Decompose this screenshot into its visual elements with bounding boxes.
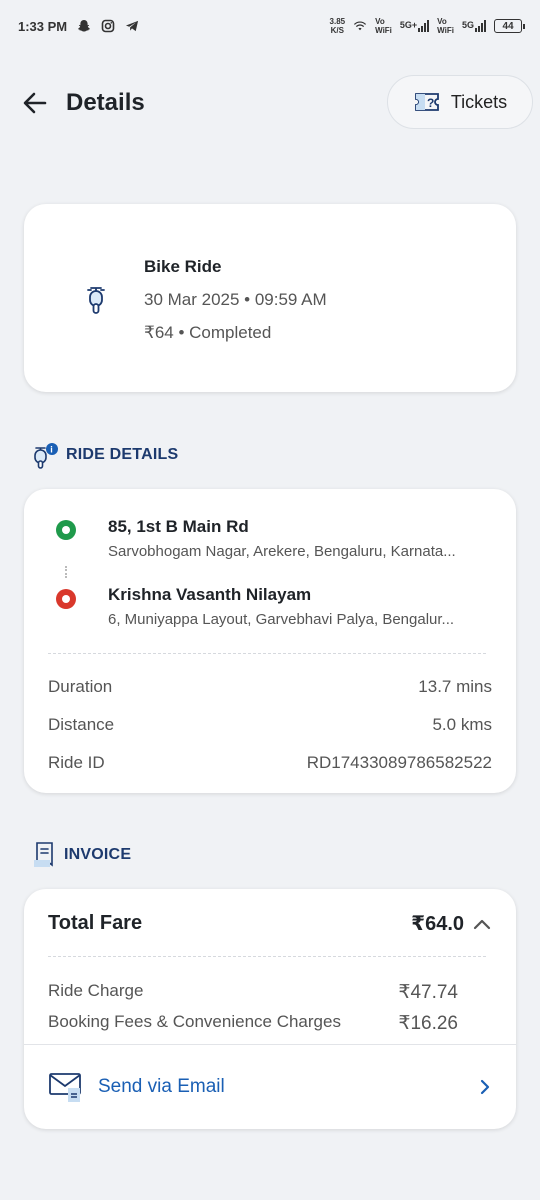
ride-id-value[interactable]: RD17433089786582522 (307, 753, 492, 773)
network-speed: 3.85 K/S (329, 17, 346, 35)
status-time: 1:33 PM (18, 18, 68, 34)
ride-id-label: Ride ID (48, 753, 105, 772)
drop-dot-icon (56, 589, 76, 609)
back-button[interactable] (20, 88, 50, 118)
ride-details-heading: i RIDE DETAILS (32, 440, 178, 470)
drop-title: Krishna Vasanth Nilayam (108, 585, 312, 604)
distance-value: 5.0 kms (432, 715, 492, 734)
pickup-address: Sarvobhogam Nagar, Arekere, Bengaluru, K… (108, 543, 456, 560)
tickets-button[interactable]: ? Tickets (387, 75, 533, 129)
ticket-help-icon: ? (414, 93, 439, 111)
duration-label: Duration (48, 677, 113, 696)
vo-wifi-1: Vo WiFi (375, 17, 392, 35)
ride-charge-label: Ride Charge (48, 981, 144, 1000)
email-icon (49, 1073, 81, 1102)
scooter-icon (87, 287, 105, 314)
send-via-email-label: Send via Email (98, 1076, 225, 1097)
ride-id-row[interactable]: Ride ID RD17433089786582522 (48, 753, 492, 773)
instagram-icon (101, 19, 115, 33)
ride-summary-card[interactable]: Bike Ride 30 Mar 2025 • 09:59 AM ₹64 • C… (24, 204, 516, 392)
dashed-divider (48, 653, 486, 654)
arrow-left-icon (23, 92, 47, 114)
battery-indicator: 44 (494, 19, 525, 33)
booking-fees-row: Booking Fees & Convenience Charges ₹16.2… (48, 1012, 458, 1035)
dashed-divider (48, 956, 486, 957)
signal-2: 5G (462, 20, 486, 32)
snapchat-icon (77, 19, 91, 33)
total-fare-row[interactable]: Total Fare ₹64.0 (48, 911, 492, 936)
pickup-dot-icon (56, 520, 76, 540)
ride-type: Bike Ride (144, 257, 222, 276)
vo-wifi-2: Vo WiFi (437, 17, 454, 35)
booking-fees-label: Booking Fees & Convenience Charges (48, 1012, 341, 1031)
chevron-right-icon (480, 1079, 490, 1095)
duration-value: 13.7 mins (418, 677, 492, 696)
status-bar: 1:33 PM 3.85 K/S Vo WiFi 5G+ Vo WiFi 5G … (0, 0, 540, 52)
svg-text:?: ? (427, 96, 434, 110)
distance-label: Distance (48, 715, 115, 734)
signal-bars-icon (418, 20, 430, 32)
chevron-up-icon[interactable] (472, 917, 492, 931)
ride-details-title: RIDE DETAILS (66, 446, 179, 463)
distance-row: Distance 5.0 kms (48, 715, 492, 735)
ride-details-card: 85, 1st B Main Rd Sarvobhogam Nagar, Are… (24, 489, 516, 793)
total-fare-value: ₹64.0 (411, 913, 464, 935)
send-via-email-button[interactable]: Send via Email (48, 1067, 492, 1107)
ride-fare-status: ₹64 • Completed (144, 323, 272, 342)
invoice-card: Total Fare ₹64.0 Ride Charge ₹47.74 Book… (24, 889, 516, 1129)
signal-bars-icon (475, 20, 486, 32)
telegram-icon (125, 19, 139, 33)
page-title: Details (66, 89, 145, 116)
route-connector (65, 566, 67, 578)
ride-date-time: 30 Mar 2025 • 09:59 AM (144, 290, 327, 309)
total-fare-label: Total Fare (48, 912, 143, 934)
scooter-info-icon: i (34, 443, 58, 469)
invoice-divider (24, 1044, 516, 1045)
drop-address: 6, Muniyappa Layout, Garvebhavi Palya, B… (108, 611, 455, 628)
invoice-title: INVOICE (64, 846, 132, 863)
pickup-title: 85, 1st B Main Rd (108, 517, 249, 536)
tickets-label: Tickets (450, 91, 508, 112)
signal-1: 5G+ (400, 20, 430, 32)
booking-fees-value: ₹16.26 (398, 1013, 458, 1034)
receipt-icon (34, 842, 53, 867)
wifi-icon (353, 19, 367, 33)
duration-row: Duration 13.7 mins (48, 677, 492, 697)
invoice-heading: INVOICE (32, 840, 131, 870)
svg-text:i: i (50, 445, 53, 455)
ride-charge-row: Ride Charge ₹47.74 (48, 981, 458, 1004)
ride-charge-value: ₹47.74 (398, 982, 458, 1003)
app-header: Details ? Tickets (0, 75, 540, 131)
